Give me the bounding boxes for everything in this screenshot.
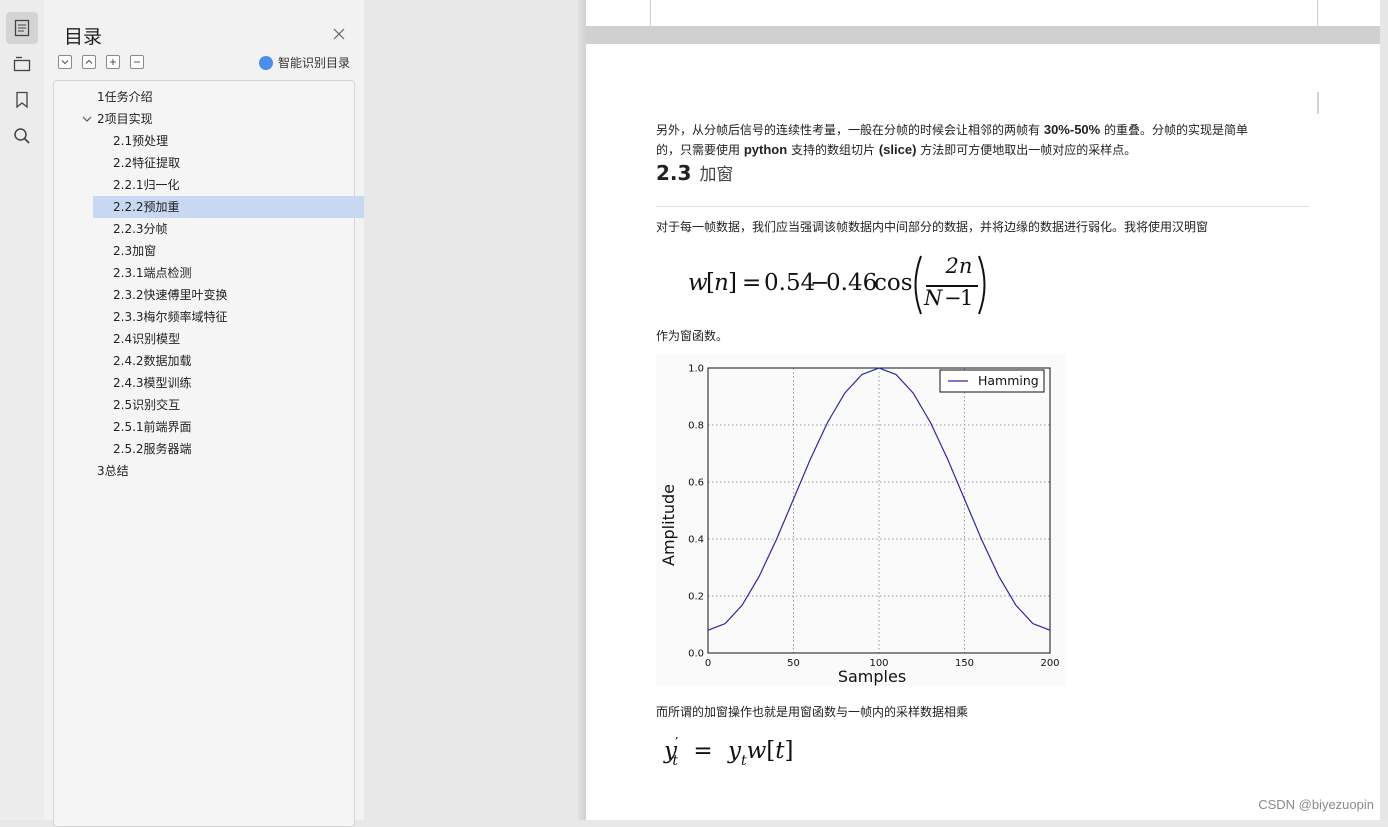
close-icon[interactable] xyxy=(332,26,346,40)
toc-item-label: 2.2.3分帧 xyxy=(113,222,168,236)
y-tick-label: 1.0 xyxy=(688,364,704,375)
watermark: CSDN @biyezuopin xyxy=(1258,797,1374,812)
toc-item-label: 1任务介绍 xyxy=(97,90,153,104)
toc-item-label: 2.4.3模型训练 xyxy=(113,376,192,390)
toc-item-label: 2.4.2数据加载 xyxy=(113,354,192,368)
paragraph-windowing: 对于每一帧数据，我们应当强调该帧数据内中间部分的数据，并将边缘的数据进行弱化。我… xyxy=(656,220,1209,234)
toc-item-label: 2.3加窗 xyxy=(113,244,157,258)
search-icon[interactable] xyxy=(6,120,38,152)
toc-item[interactable]: 2.2.1归一化 xyxy=(113,174,180,196)
section-heading: 2.3 加窗 xyxy=(656,161,734,185)
legend-label: Hamming xyxy=(978,373,1039,388)
toc-item[interactable]: 2.4识别模型 xyxy=(113,328,180,350)
toc-item[interactable]: 3总结 xyxy=(97,460,129,482)
document-page: 另外，从分帧后信号的连续性考量，一般在分帧的时候会让相邻的两帧有 30%-50%… xyxy=(586,44,1380,820)
hamming-chart: 0 50 100 150 2000.00.20.40.60.81.0 Samples A… xyxy=(656,354,1066,686)
heading-rule xyxy=(656,206,1310,207)
toc-panel-icon[interactable] xyxy=(6,12,38,44)
paragraph-framing: 另外，从分帧后信号的连续性考量，一般在分帧的时候会让相邻的两帧有 30%-50%… xyxy=(656,122,1249,157)
scroll-edge xyxy=(1380,0,1388,820)
toc-title: 目录 xyxy=(64,26,103,48)
x-tick-label: 0 xyxy=(705,658,711,669)
crop-mark-left xyxy=(626,92,640,114)
remove-level-icon[interactable] xyxy=(130,55,144,69)
y-tick-label: 0.4 xyxy=(688,535,704,546)
toc-item[interactable]: 2.2特征提取 xyxy=(113,152,180,174)
toc-item[interactable]: 2.5识别交互 xyxy=(113,394,180,416)
y-tick-label: 0.6 xyxy=(688,478,704,489)
smart-toc-button[interactable]: 智能识别目录 xyxy=(258,54,350,71)
toc-item[interactable]: 2.3.2快速傅里叶变换 xyxy=(113,284,228,306)
page-separator xyxy=(586,26,1380,44)
left-icon-rail xyxy=(0,0,45,820)
toc-item-label: 2.1预处理 xyxy=(113,134,169,148)
paragraph-window-function: 作为窗函数。 xyxy=(656,329,729,343)
toc-item[interactable]: 2.2.2预加重 xyxy=(93,196,366,218)
toc-item[interactable]: 2.4.3模型训练 xyxy=(113,372,192,394)
smart-toc-label: 智能识别目录 xyxy=(277,56,350,70)
toc-item[interactable]: 2.3.3梅尔频率域特征 xyxy=(113,306,228,328)
toc-item-label: 2.5识别交互 xyxy=(113,398,181,412)
toc-item[interactable]: 2项目实现 xyxy=(82,108,153,130)
y-tick-label: 0.2 xyxy=(688,592,704,603)
chevron-down-icon[interactable] xyxy=(82,114,92,124)
expand-all-icon[interactable] xyxy=(58,55,72,69)
toc-list: 1任务介绍 2项目实现 2.1预处理 2.2特征提取 2.2.1归一化 2.2.2预加重 2… xyxy=(53,80,366,827)
toc-item-label: 2.3.1端点检测 xyxy=(113,266,192,280)
toc-item-label: 2.2.1归一化 xyxy=(113,178,180,192)
toc-item-label: 2.3.2快速傅里叶变换 xyxy=(113,288,228,302)
workspace-gap xyxy=(364,0,586,820)
toc-item-label: 2.5.1前端界面 xyxy=(113,420,192,434)
bookmark-icon[interactable] xyxy=(6,84,38,116)
y-axis-label: Amplitude xyxy=(659,484,678,566)
x-tick-label: 200 xyxy=(1040,658,1059,669)
toc-panel: 目录 智能识别目录 1任务介绍 2项目实现 2.1预处理 2.2特征提取 2.2.1归一… xyxy=(44,0,366,827)
toc-item-label: 2.5.2服务器端 xyxy=(113,442,192,456)
toc-item[interactable]: 2.3加窗 xyxy=(113,240,156,262)
x-tick-label: 50 xyxy=(787,658,800,669)
toc-item-label: 2.2特征提取 xyxy=(113,156,181,170)
toc-item[interactable]: 1任务介绍 xyxy=(97,86,153,108)
toc-item-label: 2.2.2预加重 xyxy=(113,200,180,214)
toc-item[interactable]: 2.5.2服务器端 xyxy=(113,438,192,460)
x-axis-label: Samples xyxy=(838,667,906,686)
toc-item[interactable]: 2.3.1端点检测 xyxy=(113,262,192,284)
windowing-equation: y′t = ytw[t] xyxy=(664,734,794,769)
toc-item-label: 2.4识别模型 xyxy=(113,332,181,346)
chart-background xyxy=(656,354,1066,686)
chart-legend: Hamming xyxy=(939,369,1045,393)
crop-mark-right xyxy=(1317,92,1319,114)
page-shadow xyxy=(578,0,586,820)
toc-item[interactable]: 2.5.1前端界面 xyxy=(113,416,192,438)
toc-item[interactable]: 2.2.3分帧 xyxy=(113,218,168,240)
add-level-icon[interactable] xyxy=(106,55,120,69)
paragraph-windowing-operation: 而所谓的加窗操作也就是用窗函数与一帧内的采样数据相乘 xyxy=(656,705,969,719)
toc-item[interactable]: 2.1预处理 xyxy=(113,130,168,152)
y-tick-label: 0.8 xyxy=(688,421,704,432)
toc-item-label: 3总结 xyxy=(97,464,129,478)
x-tick-label: 150 xyxy=(955,658,974,669)
toc-item-label: 2项目实现 xyxy=(97,112,153,126)
collapse-all-icon[interactable] xyxy=(82,55,96,69)
toc-item-label: 2.3.3梅尔频率域特征 xyxy=(113,310,228,324)
outline-icon[interactable] xyxy=(6,48,38,80)
y-tick-label: 0.0 xyxy=(688,649,704,660)
toc-item[interactable]: 2.4.2数据加载 xyxy=(113,350,192,372)
previous-page-bottom xyxy=(586,0,1380,26)
smart-icon xyxy=(258,55,273,70)
